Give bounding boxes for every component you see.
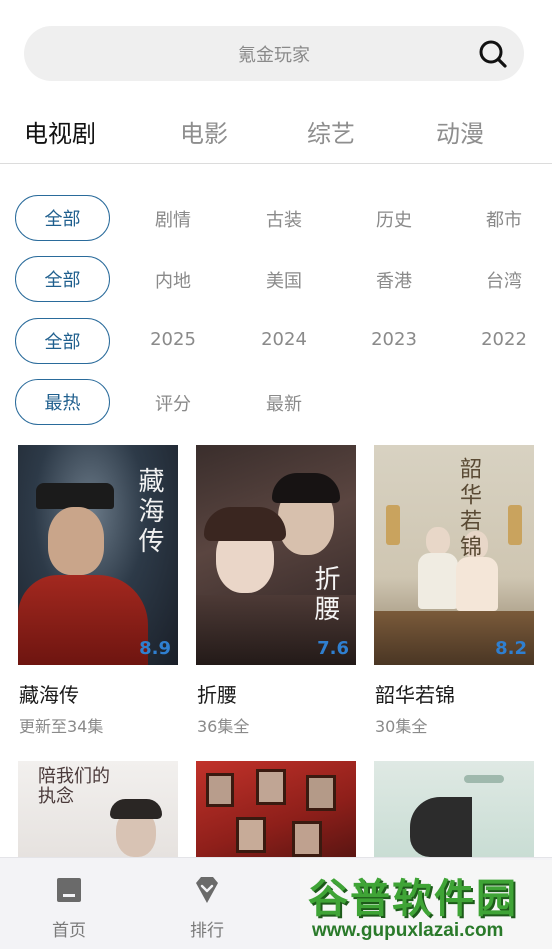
poster-title-text: 藏海传 bbox=[134, 467, 164, 557]
filter-region-option[interactable]: 台湾 bbox=[464, 267, 544, 293]
filter-region-all[interactable]: 全部 bbox=[15, 256, 110, 302]
episode-status: 更新至34集 bbox=[19, 717, 104, 736]
drama-card[interactable] bbox=[374, 761, 534, 861]
poster-title-text: 陪我们的执念 bbox=[38, 766, 110, 807]
drama-card[interactable] bbox=[196, 761, 356, 861]
tab-variety[interactable]: 综艺 bbox=[307, 114, 355, 149]
score-badge: 7.6 bbox=[317, 638, 349, 659]
drama-title: 折腰 bbox=[197, 683, 237, 707]
search-placeholder: 氪金玩家 bbox=[238, 44, 310, 66]
search-bar[interactable]: 氪金玩家 bbox=[24, 26, 524, 81]
filter-row-genre: 全部 剧情 古装 历史 都市 bbox=[0, 195, 552, 241]
score-badge: 8.2 bbox=[495, 638, 527, 659]
drama-title: 韶华若锦 bbox=[375, 683, 455, 707]
poster-image bbox=[374, 761, 534, 857]
filter-genre-all[interactable]: 全部 bbox=[15, 195, 110, 241]
poster-title-text: 韶华若锦 bbox=[456, 457, 481, 561]
filter-sort-hot[interactable]: 最热 bbox=[15, 379, 110, 425]
filter-sort-option[interactable]: 评分 bbox=[133, 390, 213, 416]
tab-anime[interactable]: 动漫 bbox=[436, 114, 484, 149]
poster-image: 韶华若锦 8.2 bbox=[374, 445, 534, 665]
tab-movie[interactable]: 电影 bbox=[180, 114, 228, 149]
filter-region-option[interactable]: 香港 bbox=[354, 267, 434, 293]
poster-image: 藏海传 8.9 bbox=[18, 445, 178, 665]
nav-home-label: 首页 bbox=[52, 921, 86, 941]
filter-year-option[interactable]: 2023 bbox=[354, 329, 434, 350]
rank-diamond-icon bbox=[196, 877, 218, 903]
category-tabs: 电视剧 电影 综艺 动漫 bbox=[0, 104, 552, 164]
nav-home[interactable]: 首页 bbox=[29, 874, 109, 941]
drama-card[interactable]: 陪我们的执念 bbox=[18, 761, 178, 861]
watermark-logo: 谷普软件园 www.gupuxlazai.com bbox=[300, 860, 552, 949]
filter-genre-option[interactable]: 剧情 bbox=[133, 206, 213, 232]
tab-tv[interactable]: 电视剧 bbox=[24, 114, 96, 149]
drama-title: 藏海传 bbox=[19, 683, 79, 707]
poster-title-text: 折腰 bbox=[310, 565, 340, 625]
filter-year-option[interactable]: 2024 bbox=[244, 329, 324, 350]
filter-row-year: 全部 2025 2024 2023 2022 bbox=[0, 318, 552, 364]
nav-rank-label: 排行 bbox=[190, 921, 224, 941]
filter-year-all[interactable]: 全部 bbox=[15, 318, 110, 364]
poster-image: 折腰 7.6 bbox=[196, 445, 356, 665]
search-icon[interactable] bbox=[478, 39, 508, 69]
poster-image: 陪我们的执念 bbox=[18, 761, 178, 857]
home-icon bbox=[57, 878, 81, 902]
score-badge: 8.9 bbox=[139, 638, 171, 659]
filter-row-sort: 最热 评分 最新 bbox=[0, 379, 552, 425]
nav-rank[interactable]: 排行 bbox=[167, 874, 247, 941]
episode-status: 30集全 bbox=[375, 717, 428, 736]
filter-row-region: 全部 内地 美国 香港 台湾 bbox=[0, 256, 552, 302]
filter-sort-option[interactable]: 最新 bbox=[244, 390, 324, 416]
episode-status: 36集全 bbox=[197, 717, 250, 736]
drama-card[interactable]: 藏海传 8.9 藏海传 更新至34集 bbox=[18, 445, 178, 745]
filter-year-option[interactable]: 2025 bbox=[133, 329, 213, 350]
filter-region-option[interactable]: 美国 bbox=[244, 267, 324, 293]
filter-genre-option[interactable]: 都市 bbox=[464, 206, 544, 232]
drama-card[interactable]: 韶华若锦 8.2 韶华若锦 30集全 bbox=[374, 445, 534, 745]
poster-image bbox=[196, 761, 356, 857]
watermark-text: 谷普软件园 bbox=[308, 877, 518, 921]
watermark-url: www.gupuxlazai.com bbox=[312, 920, 504, 941]
drama-card[interactable]: 折腰 7.6 折腰 36集全 bbox=[196, 445, 356, 745]
filter-genre-option[interactable]: 古装 bbox=[244, 206, 324, 232]
filter-region-option[interactable]: 内地 bbox=[133, 267, 213, 293]
filter-genre-option[interactable]: 历史 bbox=[354, 206, 434, 232]
filter-year-option[interactable]: 2022 bbox=[464, 329, 544, 350]
